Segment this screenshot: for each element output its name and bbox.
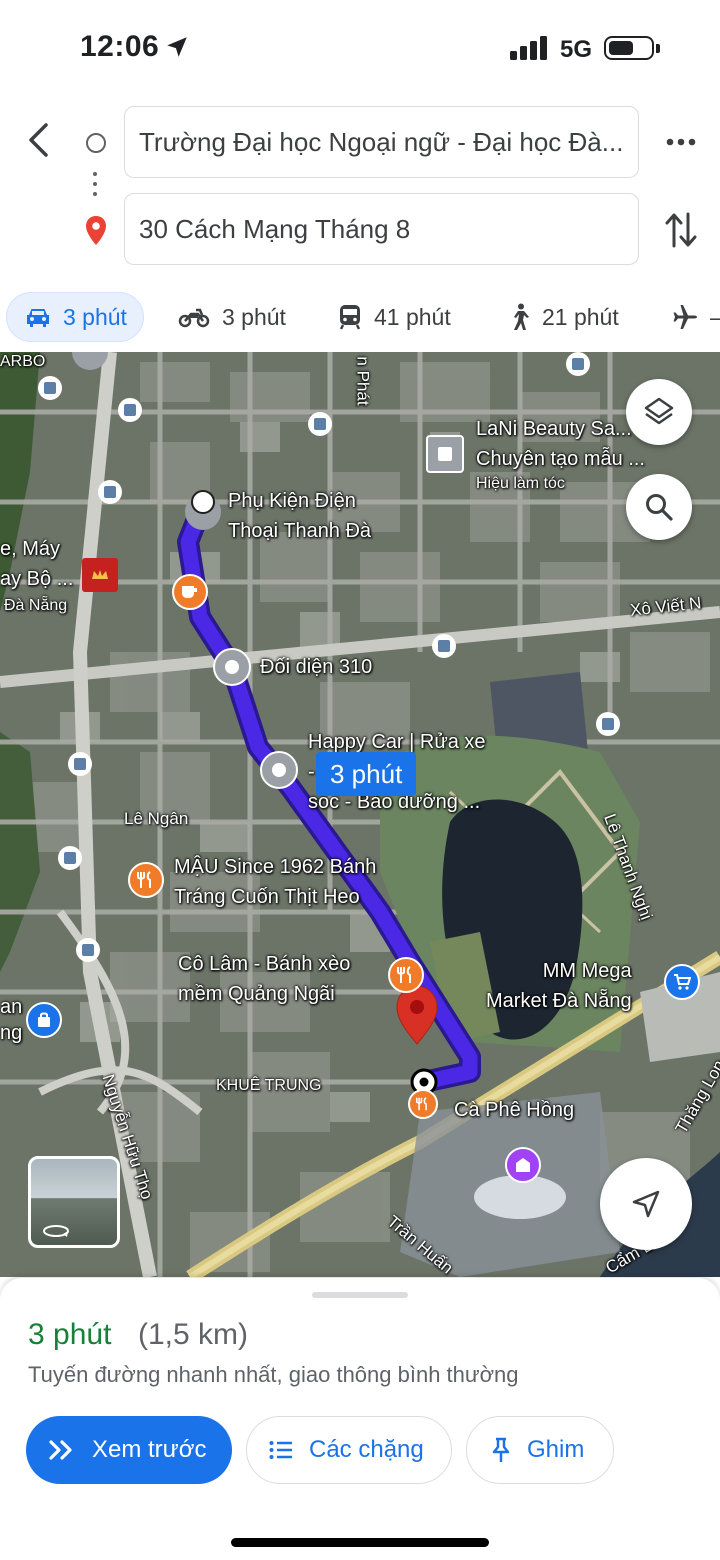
- destination-input[interactable]: 30 Cách Mạng Tháng 8: [124, 193, 639, 265]
- landmark-poi-icon[interactable]: [505, 1147, 541, 1183]
- more-horiz-icon: [666, 138, 696, 146]
- pin-icon: [492, 1437, 510, 1462]
- cell-signal-icon: [510, 36, 547, 60]
- car-icon: [27, 309, 49, 327]
- cafe-poi-icon[interactable]: [172, 574, 208, 610]
- bus-stop-icon[interactable]: [596, 712, 620, 736]
- bus-stop-icon[interactable]: [98, 480, 122, 504]
- mode-motorbike[interactable]: 3 phút: [178, 292, 286, 342]
- label-le-ngan: Lê Ngân: [124, 809, 189, 828]
- label-co-lam[interactable]: Cô Lâm - Bánh xèo mềm Quảng Ngãi: [178, 949, 350, 1009]
- walk-icon: [514, 303, 529, 330]
- battery-cap: [656, 44, 660, 53]
- steps-button-label: Các chặng: [309, 1436, 424, 1463]
- back-button[interactable]: [20, 118, 56, 162]
- mode-transit[interactable]: 41 phút: [338, 292, 451, 342]
- cafe-poi-icon[interactable]: [408, 1089, 438, 1119]
- restaurant-poi-icon[interactable]: [128, 862, 164, 898]
- restaurant-poi-icon[interactable]: [388, 957, 424, 993]
- route-distance: (1,5 km): [138, 1318, 249, 1351]
- origin-input[interactable]: Trường Đại học Ngoại ngữ - Đại học Đà...: [124, 106, 639, 178]
- label-ca-phe-hong[interactable]: Cà Phê Hồng: [454, 1095, 574, 1125]
- steps-button[interactable]: Các chặng: [246, 1416, 452, 1484]
- label-an[interactable]: an ng: [0, 994, 22, 1046]
- layers-icon: [644, 397, 674, 425]
- bus-stop-icon[interactable]: [308, 412, 332, 436]
- preview-button[interactable]: Xem trước: [26, 1416, 232, 1484]
- label-khue-trung: KHUÊ TRUNG: [216, 1077, 322, 1094]
- mode-flight[interactable]: –: [672, 292, 720, 342]
- transit-icon: [339, 305, 361, 330]
- more-options-button[interactable]: [664, 124, 698, 160]
- label-may[interactable]: e, Máy ay Bộ ...: [0, 534, 73, 594]
- search-button[interactable]: [626, 474, 692, 540]
- mode-driving-label: 3 phút: [63, 303, 127, 330]
- label-mm-mega[interactable]: MM Mega Market Đà Nẵng: [486, 956, 632, 1016]
- route-eta: 3 phút: [28, 1318, 112, 1351]
- bus-stop-icon[interactable]: [566, 352, 590, 376]
- mode-transit-label: 41 phút: [374, 303, 451, 330]
- bus-stop-icon[interactable]: [38, 376, 62, 400]
- route-details-sheet[interactable]: 3 phút (1,5 km) Tuyến đường nhanh nhất, …: [0, 1278, 720, 1560]
- status-bar: 12:06 5G: [0, 0, 720, 96]
- label-phu-kien[interactable]: Phụ Kiện Điện Thoại Thanh Đà: [228, 486, 371, 546]
- status-time: 12:06: [80, 30, 160, 63]
- map-view[interactable]: Phụ Kiện Điện Thoại Thanh Đà Đối diện 31…: [0, 352, 720, 1277]
- recenter-button[interactable]: [600, 1158, 692, 1250]
- search-icon: [646, 494, 673, 521]
- flight-icon: [673, 305, 697, 329]
- mode-walking-label: 21 phút: [542, 303, 619, 330]
- route-description: Tuyến đường nhanh nhất, giao thông bình …: [28, 1362, 519, 1387]
- swap-button[interactable]: [664, 208, 698, 252]
- route-dots-icon: [93, 172, 97, 202]
- salon-poi-icon[interactable]: [426, 435, 464, 473]
- pin-button-label: Ghim: [527, 1436, 585, 1463]
- origin-circle-icon: [86, 133, 106, 153]
- double-chevron-icon: [49, 1440, 72, 1460]
- bus-stop-icon[interactable]: [118, 398, 142, 422]
- store-logo-icon[interactable]: [82, 558, 118, 592]
- street-view-thumbnail[interactable]: [28, 1156, 120, 1248]
- battery-icon: [604, 36, 654, 60]
- location-arrow-icon: [167, 37, 187, 57]
- mode-driving[interactable]: 3 phút: [6, 292, 144, 342]
- preview-button-label: Xem trước: [92, 1436, 207, 1463]
- back-arrow-icon: [29, 123, 48, 157]
- label-mau[interactable]: MẬU Since 1962 Bánh Tráng Cuốn Thịt Heo: [174, 852, 376, 912]
- label-da-nang: Đà Nẵng: [4, 597, 68, 614]
- street-view-rotate-icon: [43, 1225, 69, 1237]
- label-arbo: ARBO: [0, 353, 46, 370]
- swap-vert-icon: [665, 212, 697, 248]
- bus-stop-icon[interactable]: [432, 634, 456, 658]
- label-lani-sub: Hiệu làm tóc: [476, 475, 565, 492]
- destination-pin-icon: [86, 216, 106, 245]
- navigation-arrow-icon: [632, 1190, 660, 1218]
- motorbike-icon: [178, 308, 210, 328]
- shopping-cart-poi-icon[interactable]: [664, 964, 700, 1000]
- shopping-bag-poi-icon[interactable]: [26, 1002, 62, 1038]
- home-indicator[interactable]: [231, 1538, 489, 1547]
- label-lani[interactable]: LaNi Beauty Sa... Chuyên tạo mẫu ...: [476, 414, 645, 474]
- sheet-drag-handle[interactable]: [312, 1292, 408, 1298]
- label-phat: n Phát: [353, 356, 373, 406]
- route-duration-badge[interactable]: 3 phút: [316, 752, 417, 796]
- travel-mode-bar: 3 phút 3 phút 41 phút 21 phút –: [0, 292, 720, 342]
- label-doi-dien[interactable]: Đối diện 310: [260, 652, 372, 682]
- pin-button[interactable]: Ghim: [466, 1416, 614, 1484]
- mode-flight-label: –: [710, 304, 720, 331]
- mode-walking[interactable]: 21 phút: [508, 292, 619, 342]
- bus-stop-icon[interactable]: [68, 752, 92, 776]
- network-type: 5G: [560, 36, 593, 63]
- mode-motorbike-label: 3 phút: [222, 303, 286, 330]
- layers-button[interactable]: [626, 379, 692, 445]
- bus-stop-icon[interactable]: [58, 846, 82, 870]
- bus-stop-icon[interactable]: [76, 938, 100, 962]
- list-icon: [269, 1441, 292, 1459]
